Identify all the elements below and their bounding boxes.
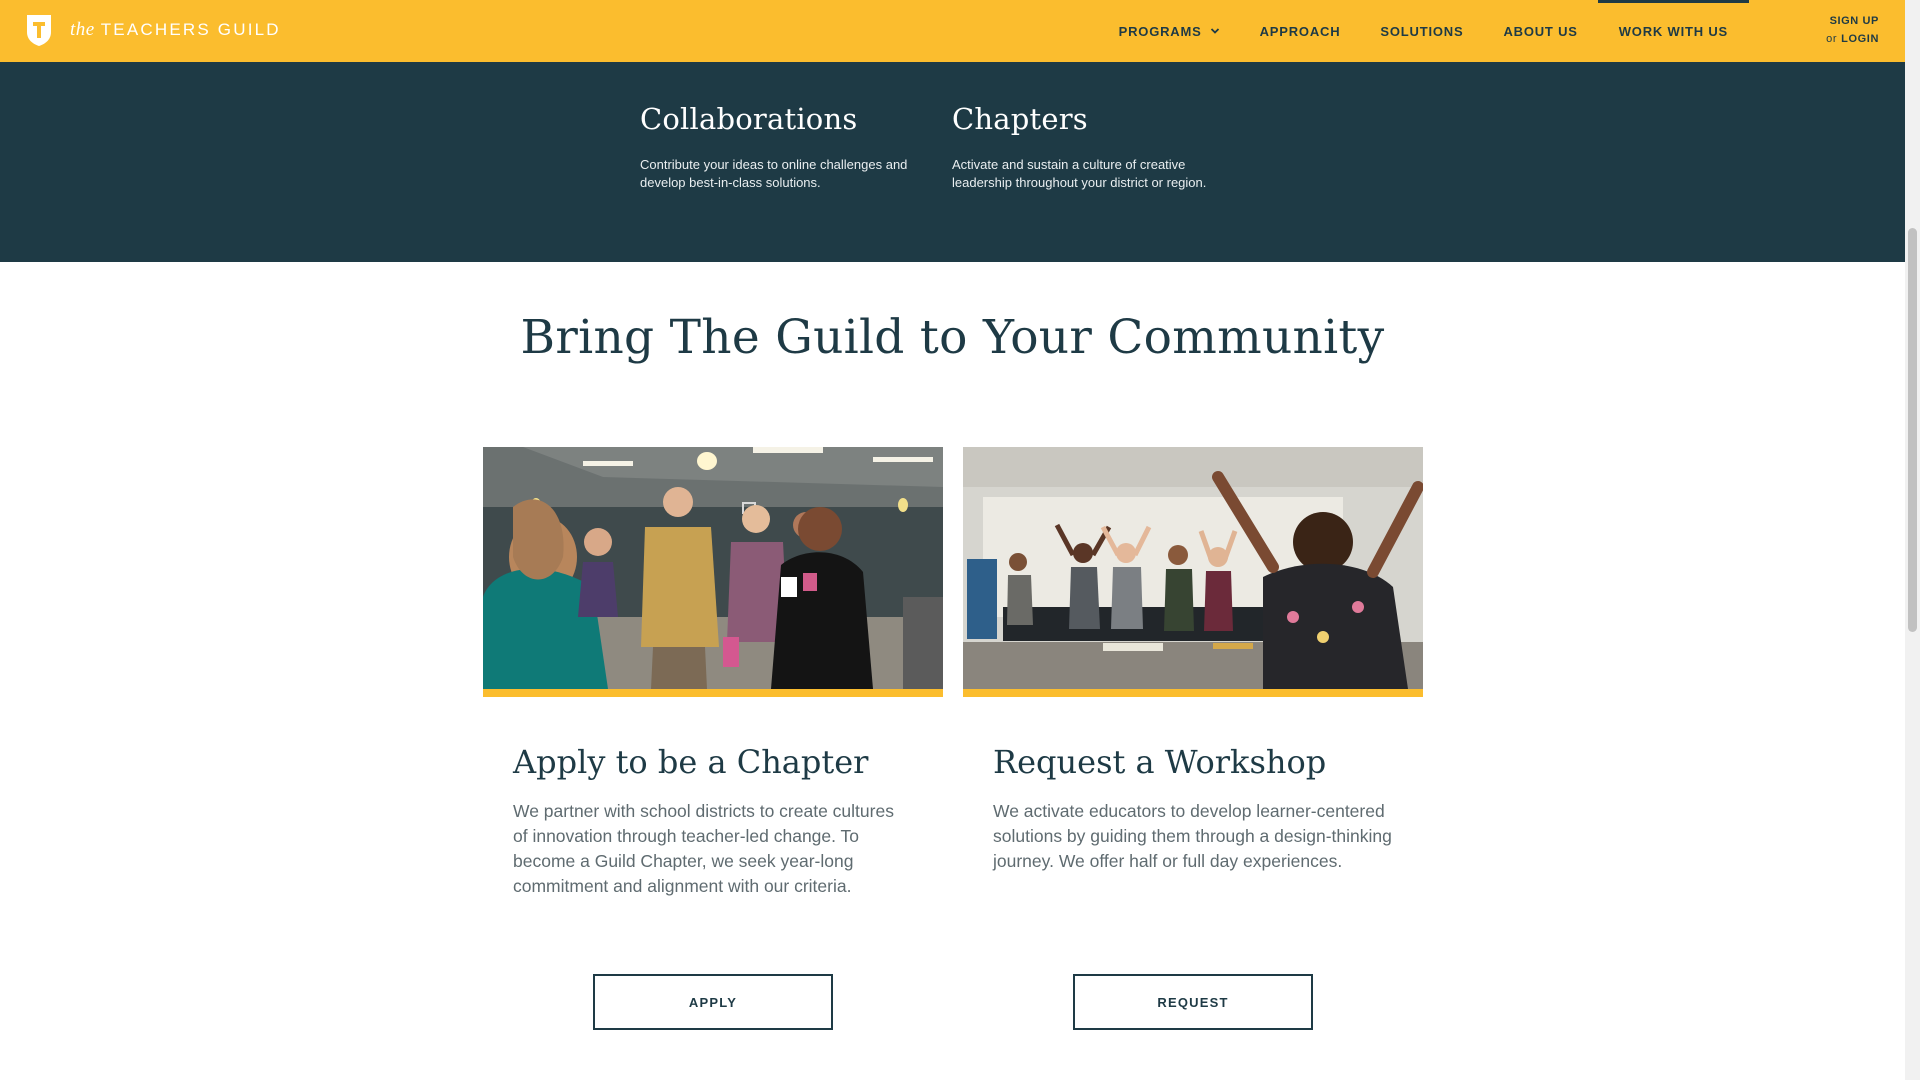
workshop-photo [963, 447, 1423, 689]
nav-work-with-us[interactable]: WORK WITH US [1597, 0, 1750, 62]
logo[interactable]: the TEACHERS GUILD [24, 13, 281, 47]
page-scrollbar[interactable] [1905, 0, 1920, 1080]
request-workshop-card: Request a Workshop We activate educators… [963, 447, 1423, 874]
chevron-down-icon [1210, 28, 1219, 34]
nav-approach-label: APPROACH [1259, 23, 1341, 39]
logo-wordmark: the TEACHERS GUILD [70, 19, 281, 41]
nav-programs[interactable]: PROGRAMS [1099, 0, 1240, 62]
nav-programs-label: PROGRAMS [1118, 23, 1202, 39]
community-section-title: Bring The Guild to Your Community [520, 310, 1385, 365]
nav-about-us[interactable]: ABOUT US [1483, 0, 1597, 62]
card-title: Apply to be a Chapter [513, 743, 869, 781]
program-title: Collaborations [640, 102, 858, 136]
nav-about-us-label: ABOUT US [1503, 23, 1578, 39]
apply-chapter-card: Apply to be a Chapter We partner with sc… [483, 447, 943, 899]
chapter-photo-image [483, 447, 943, 689]
scrollbar-thumb[interactable] [1908, 228, 1917, 632]
chapter-card-body: Apply to be a Chapter We partner with sc… [483, 743, 943, 899]
chapter-photo [483, 447, 943, 689]
program-description: Contribute your ideas to online challeng… [640, 157, 908, 190]
logo-name: TEACHERS GUILD [100, 20, 281, 39]
workshop-photo-accent-bar [963, 689, 1423, 697]
card-title: Request a Workshop [993, 743, 1327, 781]
apply-button[interactable]: APPLY [593, 974, 833, 1030]
chapter-photo-accent-bar [483, 689, 943, 697]
program-title: Chapters [952, 102, 1088, 136]
program-collaborations[interactable]: Collaborations Contribute your ideas to … [640, 102, 930, 192]
nav-solutions[interactable]: SOLUTIONS [1360, 0, 1483, 62]
teachers-guild-logo-icon [27, 15, 51, 46]
workshop-card-body: Request a Workshop We activate educators… [963, 743, 1423, 874]
logo-prefix: the [70, 19, 95, 40]
request-button[interactable]: REQUEST [1073, 974, 1313, 1030]
auth-links: SIGN UP or LOGIN [1826, 12, 1879, 48]
programs-band: Collaborations Contribute your ideas to … [0, 62, 1905, 262]
program-description: Activate and sustain a culture of creati… [952, 157, 1207, 190]
card-description: We activate educators to develop learner… [993, 801, 1392, 871]
program-chapters[interactable]: Chapters Activate and sustain a culture … [952, 102, 1242, 192]
card-description: We partner with school districts to crea… [513, 801, 894, 896]
site-header: the TEACHERS GUILD PROGRAMS APPROACH SOLU… [0, 0, 1905, 62]
login-link[interactable]: LOGIN [1841, 33, 1879, 45]
nav-work-with-us-label: WORK WITH US [1618, 23, 1728, 39]
nav-solutions-label: SOLUTIONS [1380, 23, 1464, 39]
or-text: or [1826, 33, 1838, 45]
workshop-photo-image [963, 447, 1423, 689]
main-nav: PROGRAMS APPROACH SOLUTIONS ABOUT US WOR… [1099, 0, 1750, 62]
nav-approach[interactable]: APPROACH [1240, 0, 1361, 62]
signup-link[interactable]: SIGN UP [1830, 15, 1879, 27]
